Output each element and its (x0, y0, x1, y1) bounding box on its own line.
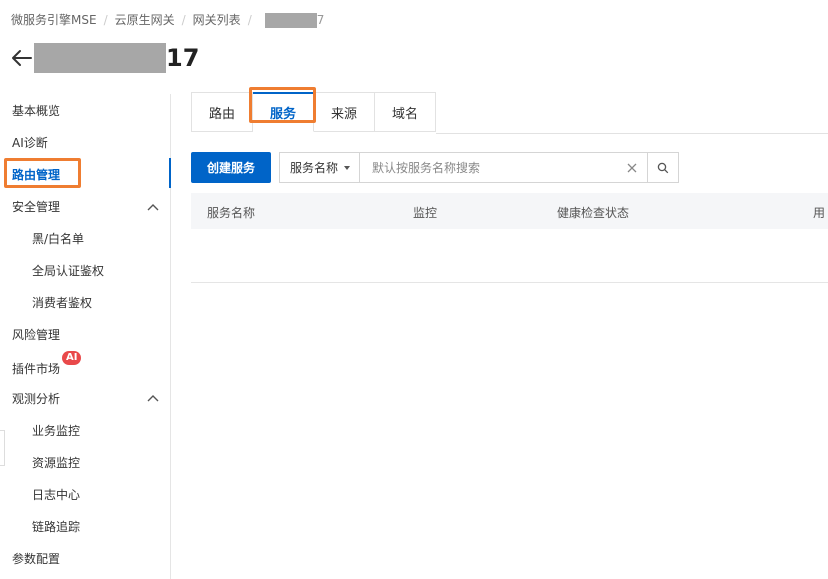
sidebar-item-black-white-list[interactable]: 黑/白名单 (32, 231, 84, 247)
tab-sources[interactable]: 来源 (314, 92, 375, 132)
sidebar-item-tracing[interactable]: 链路追踪 (32, 519, 80, 535)
create-service-button[interactable]: 创建服务 (191, 152, 271, 183)
tab-domains[interactable]: 域名 (375, 92, 436, 132)
search-field-select-value: 服务名称 (290, 161, 339, 175)
breadcrumb-current-suffix: 7 (316, 13, 325, 27)
tab-routes[interactable]: 路由 (191, 92, 253, 132)
breadcrumb-current-redacted (264, 13, 317, 28)
table-body-empty (191, 229, 828, 283)
sidebar-item-global-auth[interactable]: 全局认证鉴权 (32, 263, 104, 279)
table-header: 服务名称 监控 健康检查状态 用 (191, 193, 828, 229)
search-group: 服务名称 (279, 152, 679, 183)
clear-icon[interactable] (617, 153, 647, 182)
breadcrumb-item-gateway-list[interactable]: 网关列表 (193, 11, 241, 28)
breadcrumb-item-cloud-native-gateway[interactable]: 云原生网关 (115, 11, 175, 28)
caret-down-icon (344, 165, 351, 170)
sidebar-collapse-handle[interactable] (0, 430, 5, 466)
breadcrumb-separator: / (103, 13, 108, 27)
search-button[interactable] (647, 153, 678, 182)
search-input[interactable] (360, 153, 617, 182)
chevron-up-icon[interactable] (146, 393, 160, 403)
sidebar-item-log-center[interactable]: 日志中心 (32, 487, 80, 503)
route-management-highlight-box (4, 158, 81, 188)
breadcrumb-separator: / (247, 13, 252, 27)
column-header-monitor: 监控 (413, 206, 438, 220)
chevron-up-icon[interactable] (146, 202, 160, 212)
sidebar-item-observability[interactable]: 观测分析 (12, 391, 60, 407)
breadcrumb: 微服务引擎MSE / 云原生网关 / 网关列表 / 7 (11, 11, 324, 28)
column-header-truncated: 用 (813, 206, 826, 220)
page-title: 17 (166, 44, 200, 72)
breadcrumb-item-mse[interactable]: 微服务引擎MSE (11, 11, 97, 28)
sidebar-item-ai-diagnosis[interactable]: AI诊断 (12, 135, 48, 151)
page-title-row: 17 (10, 42, 199, 74)
sidebar-item-plugin-market[interactable]: 插件市场 (12, 361, 60, 377)
search-icon (657, 162, 669, 173)
search-field-select[interactable]: 服务名称 (280, 153, 360, 182)
sidebar-item-overview[interactable]: 基本概览 (12, 103, 60, 119)
back-arrow-icon[interactable] (10, 46, 34, 70)
sidebar-item-business-monitor[interactable]: 业务监控 (32, 423, 80, 439)
sidebar-item-resource-monitor[interactable]: 资源监控 (32, 455, 80, 471)
tab-bar-divider (436, 133, 828, 134)
sidebar-active-indicator (169, 158, 171, 188)
column-header-service-name: 服务名称 (207, 206, 256, 220)
sidebar-item-parameters[interactable]: 参数配置 (12, 551, 60, 567)
sidebar-item-consumer-auth[interactable]: 消费者鉴权 (32, 295, 92, 311)
services-tab-highlight-box (249, 87, 316, 123)
page-title-redacted (34, 43, 166, 73)
column-header-health-check: 健康检查状态 (557, 206, 630, 220)
sidebar-item-security[interactable]: 安全管理 (12, 199, 60, 215)
sidebar: 基本概览 AI诊断 路由管理 安全管理 黑/白名单 全局认证鉴权 消费者鉴权 风… (0, 94, 171, 579)
ai-badge: AI (62, 351, 82, 365)
sidebar-item-risk-management[interactable]: 风险管理 (12, 327, 60, 343)
breadcrumb-separator: / (181, 13, 186, 27)
